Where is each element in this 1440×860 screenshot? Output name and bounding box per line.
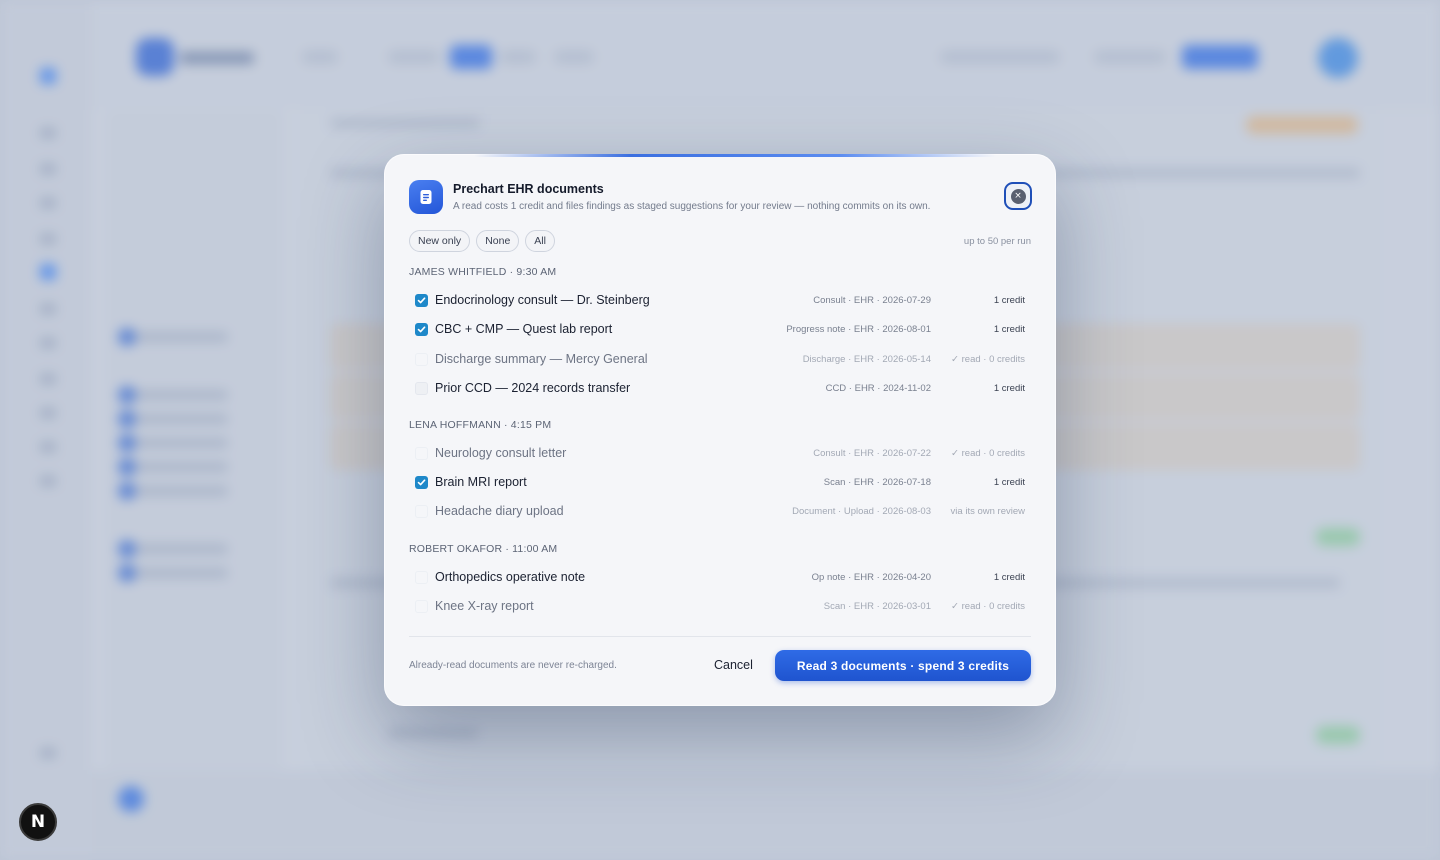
document-meta: Consult · EHR · 2026-07-29 (813, 294, 931, 306)
document-checkbox[interactable] (415, 475, 428, 489)
document-meta: Discharge · EHR · 2026-05-14 (802, 353, 931, 365)
document-meta: Document · Upload · 2026-08-03 (792, 505, 931, 517)
document-meta: CCD · EHR · 2024-11-02 (825, 382, 931, 394)
check-icon (417, 325, 426, 332)
prechart-modal: Prechart EHR documents A read costs 1 cr… (384, 154, 1056, 706)
document-row[interactable]: Prior CCD — 2024 records transfer CCD · … (409, 376, 1031, 400)
footer-note: Already-read documents are never re-char… (409, 660, 617, 671)
document-checkbox[interactable] (415, 352, 428, 366)
patient-group-label: LENA HOFFMANN · 4:15 PM (409, 419, 552, 431)
document-cost: via its own review (950, 505, 1025, 517)
close-button[interactable]: × (1004, 182, 1032, 210)
document-checkbox[interactable] (415, 381, 428, 395)
check-icon (417, 478, 426, 485)
read-documents-button[interactable]: Read 3 documents · spend 3 credits (775, 650, 1031, 681)
document-row[interactable]: Orthopedics operative note Op note · EHR… (409, 565, 1031, 589)
patient-group-label: JAMES WHITFIELD · 9:30 AM (409, 266, 557, 278)
modal-title: Prechart EHR documents (453, 182, 604, 196)
document-meta: Consult · EHR · 2026-07-22 (813, 447, 931, 459)
document-row[interactable]: Brain MRI report Scan · EHR · 2026-07-18… (409, 470, 1031, 494)
document-checkbox[interactable] (415, 570, 428, 584)
document-icon (409, 180, 443, 214)
document-row[interactable]: CBC + CMP — Quest lab report Progress no… (409, 317, 1031, 341)
close-icon: × (1010, 188, 1026, 204)
document-cost: 1 credit (993, 571, 1025, 583)
document-title: Discharge summary — Mercy General (435, 352, 648, 366)
document-title: Headache diary upload (435, 504, 564, 518)
document-checkbox[interactable] (415, 293, 428, 307)
document-cost: ✓ read · 0 credits (951, 447, 1025, 459)
dev-tools-badge[interactable]: N (19, 803, 57, 841)
run-limit-note: up to 50 per run (963, 236, 1031, 247)
filter-none-button[interactable]: None (476, 230, 520, 252)
document-cost: 1 credit (993, 323, 1025, 335)
document-checkbox[interactable] (415, 446, 428, 460)
document-row[interactable]: Headache diary upload Document · Upload … (409, 499, 1031, 523)
document-title: Endocrinology consult — Dr. Steinberg (435, 293, 650, 307)
document-title: Neurology consult letter (435, 446, 567, 460)
filter-new-only-button[interactable]: New only (409, 230, 471, 252)
document-title: Prior CCD — 2024 records transfer (435, 381, 631, 395)
document-meta: Scan · EHR · 2026-07-18 (823, 476, 931, 488)
document-row[interactable]: Neurology consult letter Consult · EHR ·… (409, 441, 1031, 465)
document-cost: 1 credit (993, 476, 1025, 488)
document-meta: Progress note · EHR · 2026-08-01 (786, 323, 931, 335)
modal-accent-bar (474, 154, 996, 157)
cancel-button[interactable]: Cancel (700, 650, 767, 680)
document-row[interactable]: Endocrinology consult — Dr. Steinberg Co… (409, 288, 1031, 312)
filter-all-button[interactable]: All (525, 230, 555, 252)
patient-group-label: ROBERT OKAFOR · 11:00 AM (409, 543, 558, 555)
document-meta: Scan · EHR · 2026-03-01 (823, 600, 931, 612)
document-cost: 1 credit (993, 294, 1025, 306)
check-icon (417, 296, 426, 303)
document-cost: ✓ read · 0 credits (951, 600, 1025, 612)
document-meta: Op note · EHR · 2026-04-20 (811, 571, 931, 583)
document-row[interactable]: Discharge summary — Mercy General Discha… (409, 347, 1031, 371)
document-checkbox[interactable] (415, 504, 428, 518)
document-checkbox[interactable] (415, 322, 428, 336)
document-title: CBC + CMP — Quest lab report (435, 322, 613, 336)
selection-filters: New only None All (409, 230, 555, 252)
document-title: Brain MRI report (435, 475, 527, 489)
document-checkbox[interactable] (415, 599, 428, 613)
modal-subtitle: A read costs 1 credit and files findings… (453, 201, 931, 212)
document-title: Knee X-ray report (435, 599, 534, 613)
document-title: Orthopedics operative note (435, 570, 586, 584)
footer-divider (409, 636, 1031, 637)
document-cost: 1 credit (993, 382, 1025, 394)
document-cost: ✓ read · 0 credits (951, 353, 1025, 365)
document-row[interactable]: Knee X-ray report Scan · EHR · 2026-03-0… (409, 594, 1031, 618)
